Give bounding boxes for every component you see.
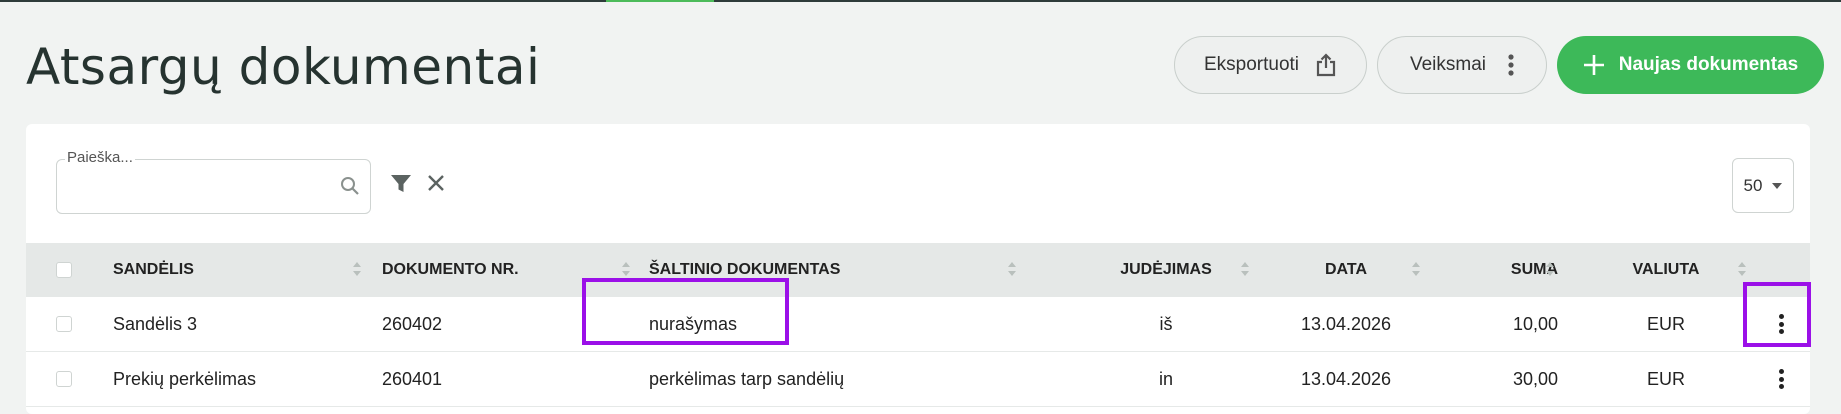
sort-icon[interactable]	[1241, 262, 1249, 278]
search-icon[interactable]	[340, 176, 360, 201]
cell-date: 13.04.2026	[1300, 314, 1392, 334]
search-label: Paieška...	[65, 149, 135, 166]
sort-icon[interactable]	[1546, 262, 1554, 278]
cell-currency: EUR	[1646, 314, 1685, 334]
actions-label: Veiksmai	[1409, 54, 1487, 75]
top-bar	[0, 0, 1841, 2]
sort-icon[interactable]	[622, 262, 630, 278]
select-all-checkbox[interactable]	[56, 262, 72, 278]
new-document-label: Naujas dokumentas	[1618, 54, 1799, 75]
sort-icon[interactable]	[353, 262, 361, 278]
cell-date: 13.04.2026	[1300, 369, 1392, 389]
new-document-button[interactable]: Naujas dokumentas	[1557, 36, 1824, 94]
cell-movement: iš	[1159, 314, 1173, 334]
col-header-currency[interactable]: VALIUTA	[1606, 243, 1726, 297]
cell-document-nr: 260401	[382, 369, 443, 389]
search-input[interactable]	[67, 172, 321, 202]
col-header-warehouse[interactable]: SANDĖLIS	[113, 243, 194, 297]
cell-movement: in	[1158, 369, 1173, 389]
page-size-value: 50	[1743, 175, 1763, 195]
export-label: Eksportuoti	[1203, 54, 1300, 75]
highlight-box-row-actions	[1743, 282, 1811, 347]
table-row[interactable]: Sandėlis 3 260402 nurašymas iš 13.04.202…	[26, 297, 1810, 352]
sort-icon[interactable]	[1412, 262, 1420, 278]
page-size-select[interactable]: 50	[1732, 158, 1794, 213]
actions-button[interactable]: Veiksmai	[1377, 36, 1547, 94]
cell-warehouse: Prekių perkėlimas	[113, 369, 257, 389]
row-checkbox[interactable]	[56, 371, 72, 387]
plus-icon	[1583, 54, 1605, 76]
table-header: SANDĖLIS DOKUMENTO NR. ŠALTINIO DOKUMENT…	[26, 243, 1810, 297]
sort-icon[interactable]	[1008, 262, 1016, 278]
col-header-movement[interactable]: JUDĖJIMAS	[1096, 243, 1236, 297]
page-title: Atsargų dokumentai	[26, 38, 541, 96]
export-button[interactable]: Eksportuoti	[1174, 36, 1367, 94]
close-icon[interactable]	[427, 174, 445, 197]
sort-icon[interactable]	[1738, 262, 1746, 278]
search-field[interactable]: Paieška...	[56, 149, 371, 214]
table-row[interactable]: Prekių perkėlimas 260401 perkėlimas tarp…	[26, 352, 1810, 407]
highlight-box-source-document	[582, 278, 789, 345]
cell-amount: 10,00	[1512, 314, 1558, 334]
kebab-icon	[1508, 54, 1514, 76]
chevron-down-icon	[1772, 182, 1783, 189]
col-header-date[interactable]: DATA	[1276, 243, 1416, 297]
cell-source-document: perkėlimas tarp sandėlių	[649, 369, 845, 389]
cell-currency: EUR	[1646, 369, 1685, 389]
documents-card: Paieška... 50 SANDĖLIS DOKUMENTO NR. ŠAL…	[26, 124, 1810, 414]
loading-indicator	[606, 0, 714, 2]
cell-amount: 30,00	[1512, 369, 1558, 389]
filter-icon[interactable]	[390, 174, 412, 199]
cell-warehouse: Sandėlis 3	[113, 314, 198, 334]
row-checkbox[interactable]	[56, 316, 72, 332]
col-header-document-nr[interactable]: DOKUMENTO NR.	[382, 243, 519, 297]
share-icon	[1315, 53, 1337, 77]
col-header-amount[interactable]: SUMA	[1436, 243, 1558, 297]
row-actions-kebab-icon[interactable]	[1778, 369, 1784, 389]
cell-document-nr: 260402	[382, 314, 443, 334]
